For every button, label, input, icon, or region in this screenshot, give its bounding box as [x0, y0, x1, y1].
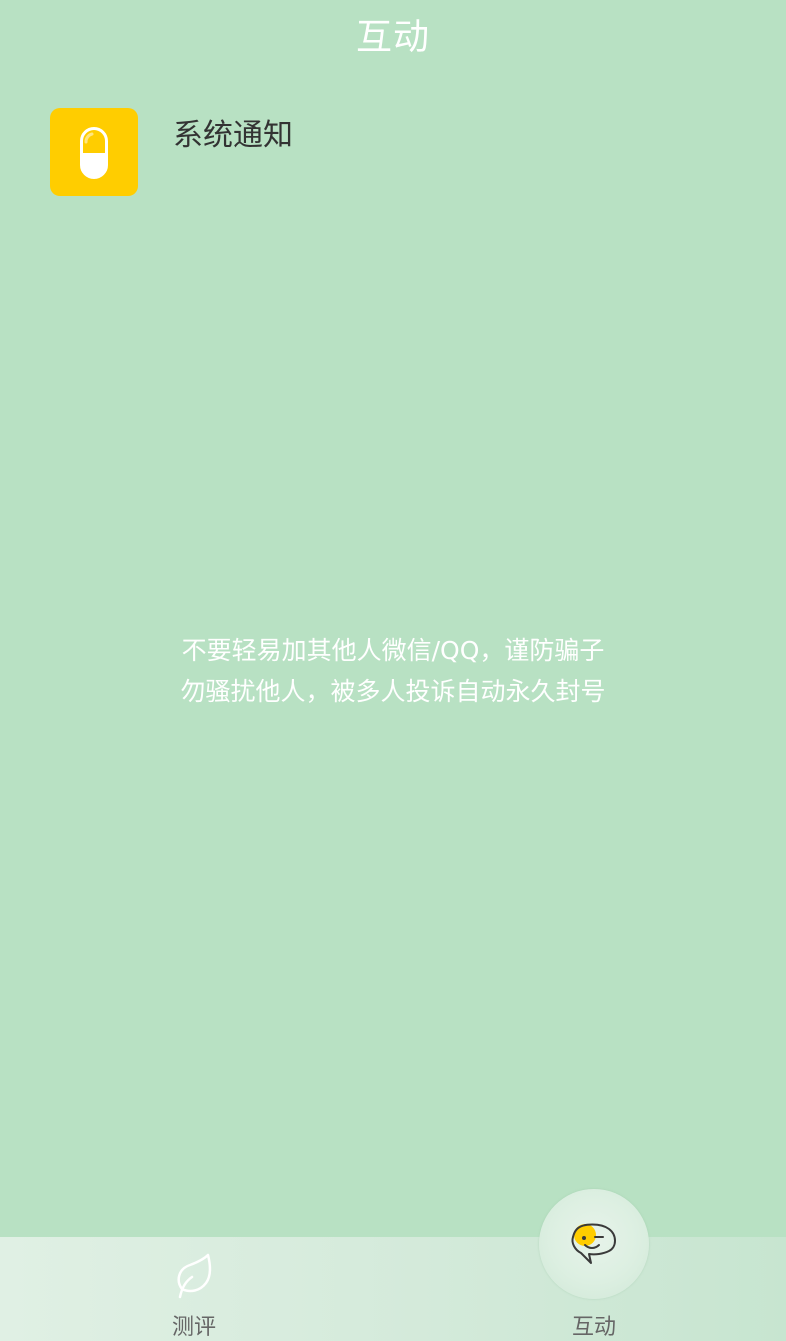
- tips-line-2: 勿骚扰他人，被多人投诉自动永久封号: [180, 677, 606, 706]
- system-notice-item[interactable]: 系统通知: [50, 108, 740, 198]
- notice-title: 系统通知: [173, 118, 293, 153]
- tab-label-ceping: 测评: [171, 1315, 216, 1340]
- capsule-icon: [50, 108, 138, 196]
- tab-label-hudong: 互动: [571, 1315, 616, 1340]
- page-title: 互动: [355, 17, 430, 58]
- tab-ceping[interactable]: 测评: [94, 1237, 294, 1341]
- tips-line-1: 不要轻易加其他人微信/QQ，谨防骗子: [181, 636, 605, 665]
- tab-hudong-bubble: [539, 1189, 649, 1299]
- warning-tips: 不要轻易加其他人微信/QQ，谨防骗子 勿骚扰他人，被多人投诉自动永久封号: [0, 630, 786, 712]
- bottom-tab-bar: 测评 互动: [0, 1189, 786, 1341]
- tab-hudong[interactable]: 互动: [494, 1189, 694, 1341]
- leaf-icon: [172, 1253, 216, 1305]
- header: 互动: [0, 0, 786, 70]
